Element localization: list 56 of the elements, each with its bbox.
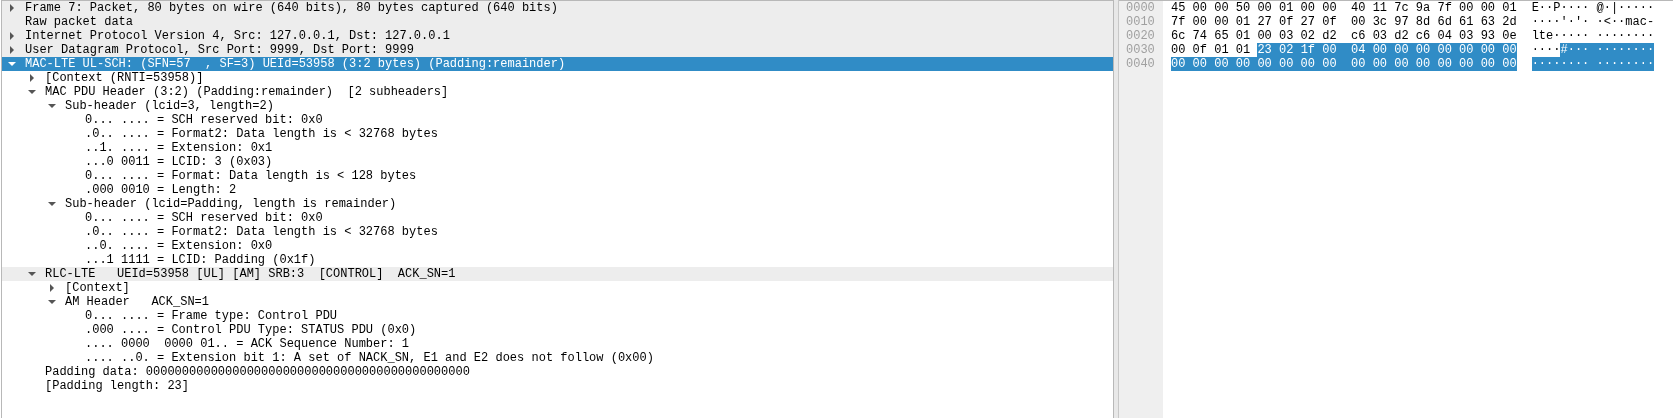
tree-row[interactable]: 0... .... = Format: Data length is < 128 bytes xyxy=(2,169,1113,183)
tree-row[interactable]: ...0 0011 = LCID: 3 (0x03) xyxy=(2,155,1113,169)
expanded-arrow-icon[interactable] xyxy=(48,200,56,208)
ascii-text[interactable]: ········ ········ xyxy=(1531,57,1655,71)
tree-row[interactable]: MAC-LTE UL-SCH: (SFN=57 , SF=3) UEId=53958 (3:2 bytes) (Padding:remainder) xyxy=(2,57,1113,71)
tree-row[interactable]: [Padding length: 23] xyxy=(2,379,1113,393)
expanded-arrow-icon[interactable] xyxy=(28,88,36,96)
tree-row[interactable]: MAC PDU Header (3:2) (Padding:remainder) [2 subheaders] xyxy=(2,85,1113,99)
collapsed-arrow-icon[interactable] xyxy=(8,4,16,12)
tree-row[interactable]: [Context (RNTI=53958)] xyxy=(2,71,1113,85)
tree-row[interactable]: ..0. .... = Extension: 0x0 xyxy=(2,239,1113,253)
hex-bytes[interactable]: 23 02 1f 00 04 00 00 00 00 00 00 00 xyxy=(1257,43,1517,57)
collapsed-arrow-icon[interactable] xyxy=(8,32,16,40)
offset-text: 0040 xyxy=(1126,57,1156,71)
ascii-text[interactable]: #··· ········ xyxy=(1560,43,1655,57)
tree-row[interactable]: .0.. .... = Format2: Data length is < 32768 bytes xyxy=(2,225,1113,239)
offset-text: 0000 xyxy=(1126,1,1156,15)
expanded-arrow-icon[interactable] xyxy=(8,60,16,68)
tree-row[interactable]: 0... .... = SCH reserved bit: 0x0 xyxy=(2,113,1113,127)
expanded-arrow-icon[interactable] xyxy=(28,270,36,278)
ascii-text[interactable]: lte····· ········ xyxy=(1531,29,1655,43)
tree-row[interactable]: Padding data: 000000000000000000000000000000000000000000000 xyxy=(2,365,1113,379)
expanded-arrow-icon[interactable] xyxy=(48,298,56,306)
tree-row[interactable]: User Datagram Protocol, Src Port: 9999, Dst Port: 9999 xyxy=(2,43,1113,57)
tree-row[interactable]: .... 0000 0000 01.. = ACK Sequence Number: 1 xyxy=(2,337,1113,351)
tree-row[interactable]: Internet Protocol Version 4, Src: 127.0.0.1, Dst: 127.0.0.1 xyxy=(2,29,1113,43)
offset-text: 0030 xyxy=(1126,43,1156,57)
collapsed-arrow-icon[interactable] xyxy=(48,284,56,292)
collapsed-arrow-icon[interactable] xyxy=(28,74,36,82)
tree-row[interactable]: 0... .... = Frame type: Control PDU xyxy=(2,309,1113,323)
tree-row[interactable]: Raw packet data xyxy=(2,15,1113,29)
collapsed-arrow-icon[interactable] xyxy=(8,46,16,54)
tree-row[interactable]: Sub-header (lcid=Padding, length is remainder) xyxy=(2,197,1113,211)
hex-bytes[interactable]: 45 00 00 50 00 01 00 00 40 11 7c 9a 7f 00 00 01 xyxy=(1171,1,1517,15)
tree-row[interactable]: ...1 1111 = LCID: Padding (0x1f) xyxy=(2,253,1113,267)
tree-row[interactable]: 0... .... = SCH reserved bit: 0x0 xyxy=(2,211,1113,225)
ascii-text[interactable]: E··P···· @·|····· xyxy=(1531,1,1655,15)
tree-row[interactable]: RLC-LTE UEId=53958 [UL] [AM] SRB:3 [CONTROL] ACK_SN=1 xyxy=(2,267,1113,281)
tree-row[interactable]: Frame 7: Packet, 80 bytes on wire (640 bits), 80 bytes captured (640 bits) xyxy=(2,1,1113,15)
tree-row[interactable]: .... ..0. = Extension bit 1: A set of NACK_SN, E1 and E2 does not follow (0x00) xyxy=(2,351,1113,365)
hex-bytes[interactable]: 7f 00 00 01 27 0f 27 0f 00 3c 97 8d 6d 61 63 2d xyxy=(1171,15,1517,29)
hex-bytes[interactable]: 6c 74 65 01 00 03 02 d2 c6 03 d2 c6 04 03 93 0e xyxy=(1171,29,1517,43)
hex-bytes[interactable]: 00 00 00 00 00 00 00 00 00 00 00 00 00 00 00 00 xyxy=(1171,57,1517,71)
offset-text: 0010 xyxy=(1126,15,1156,29)
tree-row[interactable]: [Context] xyxy=(2,281,1113,295)
tree-row[interactable]: AM Header ACK_SN=1 xyxy=(2,295,1113,309)
tree-row[interactable]: .000 .... = Control PDU Type: STATUS PDU (0x0) xyxy=(2,323,1113,337)
tree-row[interactable]: Sub-header (lcid=3, length=2) xyxy=(2,99,1113,113)
hex-bytes[interactable]: 00 0f 01 01 xyxy=(1171,43,1258,57)
offset-text: 0020 xyxy=(1126,29,1156,43)
tree-row[interactable]: .0.. .... = Format2: Data length is < 32768 bytes xyxy=(2,127,1113,141)
ascii-text[interactable]: ···· xyxy=(1531,43,1561,57)
ascii-text[interactable]: ····'·'· ·<··mac- xyxy=(1531,15,1655,29)
expanded-arrow-icon[interactable] xyxy=(48,102,56,110)
tree-row[interactable]: .000 0010 = Length: 2 xyxy=(2,183,1113,197)
tree-row[interactable]: ..1. .... = Extension: 0x1 xyxy=(2,141,1113,155)
